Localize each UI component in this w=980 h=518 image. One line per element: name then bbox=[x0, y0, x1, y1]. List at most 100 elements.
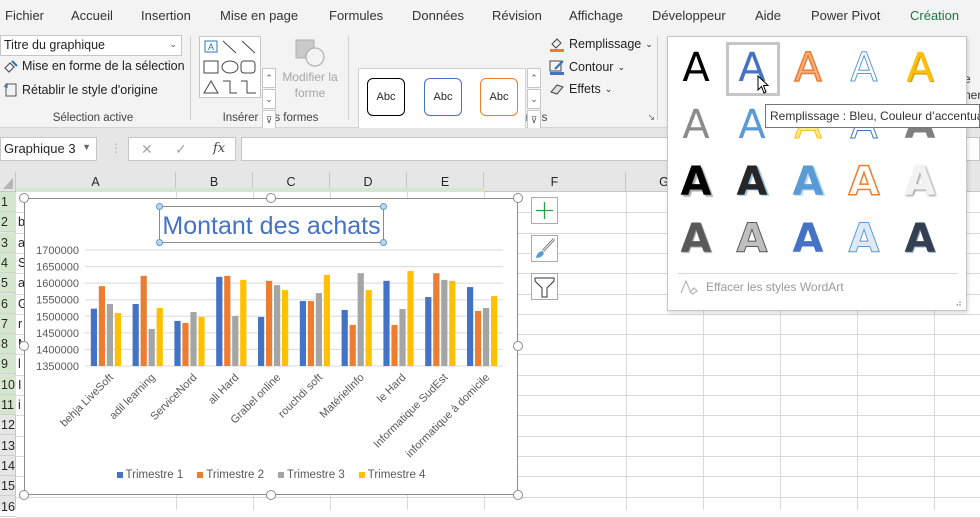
bar-trimestre-2[interactable] bbox=[349, 324, 356, 366]
row-header-12[interactable]: 12 bbox=[0, 415, 16, 436]
tab-accueil[interactable]: Accueil bbox=[71, 8, 113, 23]
insert-function-icon[interactable]: fx bbox=[213, 141, 225, 156]
row-header-13[interactable]: 13 bbox=[0, 436, 16, 456]
bar-trimestre-1[interactable] bbox=[425, 297, 432, 366]
column-header-f[interactable]: F bbox=[484, 172, 626, 192]
cell-text[interactable]: r bbox=[18, 317, 22, 331]
chart-styles-button[interactable] bbox=[531, 235, 558, 262]
wordart-style-fill-white-shadow[interactable]: A bbox=[895, 153, 945, 211]
bar-trimestre-3[interactable] bbox=[232, 315, 239, 366]
chart-resize-handle[interactable] bbox=[19, 490, 29, 500]
chart-legend[interactable]: Trimestre 1 Trimestre 2 Trimestre 3 Trim… bbox=[25, 469, 517, 481]
wordart-style-pattern-dark-blue[interactable]: A bbox=[895, 210, 945, 268]
wordart-style-fill-black-blue-shadow[interactable]: A bbox=[727, 153, 777, 211]
line-shape-icon[interactable] bbox=[222, 40, 237, 54]
wordart-style-fill-gold-shadow[interactable]: A bbox=[895, 39, 945, 97]
bar-trimestre-3[interactable] bbox=[148, 328, 155, 366]
tab-revision[interactable]: Révision bbox=[492, 8, 542, 23]
wordart-style-pattern-gray[interactable]: A bbox=[727, 210, 777, 268]
bar-trimestre-2[interactable] bbox=[182, 322, 189, 366]
shape-style-blue[interactable]: Abc bbox=[424, 78, 462, 116]
scroll-down-button[interactable]: ⌄ bbox=[262, 89, 276, 109]
chart-filters-button[interactable] bbox=[531, 273, 558, 300]
bar-trimestre-3[interactable] bbox=[441, 279, 448, 366]
more-shapes-button[interactable]: ⊽ bbox=[262, 110, 276, 130]
tab-donnees[interactable]: Données bbox=[412, 8, 464, 23]
row-header-9[interactable]: 9 bbox=[0, 354, 16, 375]
cell-text[interactable]: I bbox=[18, 378, 21, 392]
bar-trimestre-4[interactable] bbox=[449, 280, 456, 366]
rounded-rectangle-shape-icon[interactable] bbox=[240, 60, 256, 74]
bar-trimestre-3[interactable] bbox=[274, 285, 281, 366]
cell-text[interactable]: i bbox=[18, 398, 21, 412]
scroll-down-button[interactable]: ⌄ bbox=[527, 89, 541, 109]
tab-aide[interactable]: Aide bbox=[755, 8, 781, 23]
wordart-style-outline-orange-bold[interactable]: A bbox=[839, 153, 889, 211]
triangle-shape-icon[interactable] bbox=[203, 80, 219, 94]
chart-elements-button[interactable] bbox=[531, 197, 558, 224]
oval-shape-icon[interactable] bbox=[221, 60, 239, 74]
tab-affichage[interactable]: Affichage bbox=[569, 8, 623, 23]
bar-trimestre-1[interactable] bbox=[174, 320, 181, 366]
bar-trimestre-3[interactable] bbox=[357, 273, 364, 366]
bar-trimestre-1[interactable] bbox=[90, 308, 97, 366]
bar-trimestre-3[interactable] bbox=[315, 293, 322, 366]
row-header-6[interactable]: 6 bbox=[0, 293, 16, 314]
row-header-3[interactable]: 3 bbox=[0, 232, 16, 253]
row-header-11[interactable]: 11 bbox=[0, 395, 16, 415]
shape-style-orange[interactable]: Abc bbox=[480, 78, 518, 116]
tab-fichier[interactable]: Fichier bbox=[5, 8, 44, 23]
bar-trimestre-1[interactable] bbox=[383, 280, 390, 366]
text-box-shape-icon[interactable]: A bbox=[204, 40, 218, 53]
format-selection-button[interactable]: Mise en forme de la sélection bbox=[3, 59, 185, 73]
bar-trimestre-2[interactable] bbox=[140, 275, 147, 366]
cancel-icon[interactable]: ✕ bbox=[141, 141, 153, 158]
scroll-up-button[interactable]: ⌃ bbox=[527, 68, 541, 88]
arrow-shape-icon[interactable] bbox=[241, 40, 256, 54]
chart-resize-handle[interactable] bbox=[19, 193, 29, 203]
reset-style-button[interactable]: Rétablir le style d'origine bbox=[3, 82, 158, 97]
elbow-connector-shape-icon[interactable] bbox=[223, 80, 237, 94]
chart-resize-handle[interactable] bbox=[513, 341, 523, 351]
bar-trimestre-1[interactable] bbox=[299, 301, 306, 366]
wordart-style-pattern-blue[interactable]: A bbox=[783, 210, 833, 268]
bar-trimestre-2[interactable] bbox=[475, 310, 482, 366]
bar-trimestre-2[interactable] bbox=[98, 286, 105, 366]
row-header-16[interactable]: 16 bbox=[0, 497, 16, 517]
bar-trimestre-2[interactable] bbox=[224, 275, 231, 366]
row-header-1[interactable]: 1 bbox=[0, 192, 16, 212]
tab-mise-en-page[interactable]: Mise en page bbox=[220, 8, 298, 23]
bar-trimestre-4[interactable] bbox=[323, 274, 330, 366]
tab-formules[interactable]: Formules bbox=[329, 8, 383, 23]
name-box[interactable]: Graphique 3 ▼ bbox=[0, 137, 97, 161]
row-header-8[interactable]: 8 bbox=[0, 334, 16, 355]
select-all-button[interactable] bbox=[0, 172, 16, 192]
bar-trimestre-2[interactable] bbox=[391, 324, 398, 366]
row-header-10[interactable]: 10 bbox=[0, 374, 16, 395]
scroll-up-button[interactable]: ⌃ bbox=[262, 68, 276, 88]
row-header-2[interactable]: 2 bbox=[0, 212, 16, 233]
shape-fill-button[interactable]: Remplissage ⌄ bbox=[549, 36, 653, 52]
modify-shape-button[interactable]: Modifier la forme bbox=[281, 38, 339, 100]
tab-power-pivot[interactable]: Power Pivot bbox=[811, 8, 880, 23]
wordart-style-pattern-light-blue[interactable]: A bbox=[839, 210, 889, 268]
bar-trimestre-1[interactable] bbox=[258, 316, 265, 366]
chart-area[interactable]: Montant des achats 1700000 1650000 1600000… bbox=[24, 198, 518, 495]
bar-trimestre-4[interactable] bbox=[407, 270, 414, 366]
wordart-style-fill-blue-bevel[interactable]: A bbox=[783, 153, 833, 211]
dialog-launcher-icon[interactable]: ↘ bbox=[647, 112, 655, 123]
bar-trimestre-1[interactable] bbox=[341, 309, 348, 366]
chart-resize-handle[interactable] bbox=[266, 193, 276, 203]
wordart-style-fill-orange-outline[interactable]: A bbox=[783, 39, 833, 97]
bar-trimestre-1[interactable] bbox=[216, 276, 223, 366]
chart-resize-handle[interactable] bbox=[19, 341, 29, 351]
chart-resize-handle[interactable] bbox=[513, 193, 523, 203]
bar-trimestre-3[interactable] bbox=[399, 308, 406, 366]
wordart-style-pattern-dark-gray[interactable]: A bbox=[671, 210, 721, 268]
row-header-7[interactable]: 7 bbox=[0, 313, 16, 334]
bar-trimestre-4[interactable] bbox=[365, 290, 372, 366]
bar-trimestre-3[interactable] bbox=[483, 308, 490, 366]
enter-icon[interactable]: ✓ bbox=[175, 141, 187, 158]
resize-grip-icon[interactable]: ⠴ bbox=[955, 298, 962, 309]
bar-trimestre-4[interactable] bbox=[198, 316, 205, 366]
